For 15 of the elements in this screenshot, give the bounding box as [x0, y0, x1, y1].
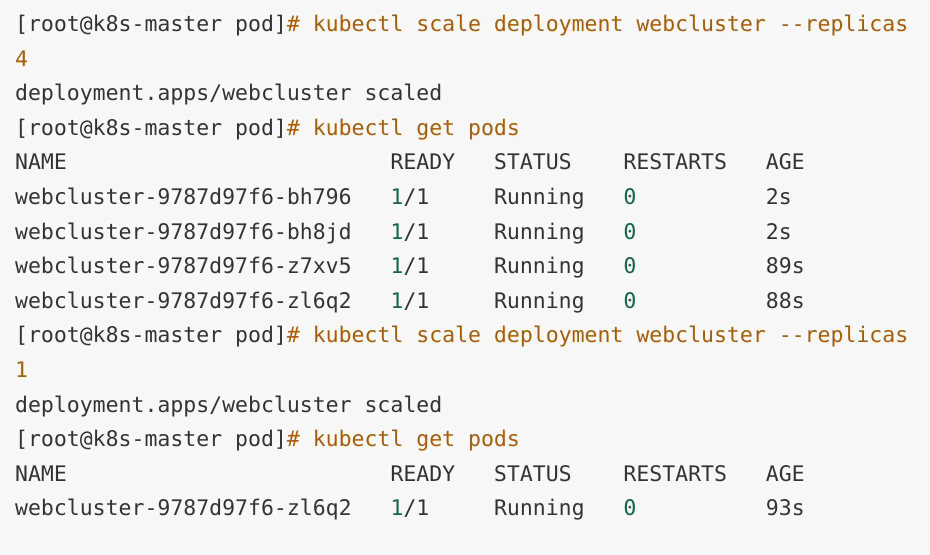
terminal-line: webcluster-9787d97f6-zl6q2 1/1 Running 0 93s [15, 495, 805, 524]
terminal-line: [root@k8s-master pod]# kubectl scale deployment webcluster --replicas [15, 11, 908, 39]
terminal-line: 1 [15, 356, 28, 385]
terminal-line: [root@k8s-master pod]# kubectl scale deployment webcluster --replicas [15, 322, 908, 350]
terminal-line: deployment.apps/webcluster scaled [15, 80, 442, 108]
terminal-line: 4 [15, 46, 28, 74]
terminal-line: deployment.apps/webcluster scaled [15, 392, 442, 420]
terminal-line: NAME READY STATUS RESTARTS AGE [15, 460, 805, 489]
terminal-line: webcluster-9787d97f6-zl6q2 1/1 Running 0 88s [15, 288, 805, 316]
terminal-line: [root@k8s-master pod]# kubectl get pods [15, 426, 520, 454]
terminal-line: webcluster-9787d97f6-z7xv5 1/1 Running 0 89s [15, 253, 805, 282]
terminal-line: webcluster-9787d97f6-bh796 1/1 Running 0 2s [15, 184, 792, 212]
terminal-line: [root@k8s-master pod]# kubectl get pods [15, 114, 520, 143]
terminal-line: NAME READY STATUS RESTARTS AGE [15, 149, 805, 178]
terminal-line: webcluster-9787d97f6-bh8jd 1/1 Running 0 2s [15, 218, 792, 247]
